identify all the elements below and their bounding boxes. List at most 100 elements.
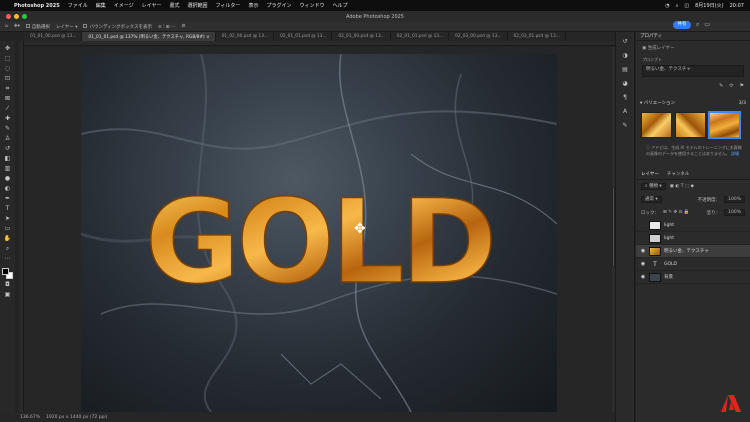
move-tool-preset-icon[interactable]: ✥▾ bbox=[14, 24, 20, 29]
menu-file[interactable]: ファイル bbox=[68, 2, 88, 9]
object-select-tool-icon[interactable]: ⊡ bbox=[3, 75, 12, 83]
frame-tool-icon[interactable]: ⊠ bbox=[3, 95, 12, 103]
variations-header[interactable]: ▾ バリエーション 3/3 bbox=[636, 99, 750, 108]
zoom-window-icon[interactable] bbox=[22, 14, 27, 19]
doc-tab[interactable]: 02_03_00.psd @ 13... bbox=[449, 32, 508, 41]
stamp-tool-icon[interactable]: ♙ bbox=[3, 135, 12, 143]
hand-tool-icon[interactable]: ✋ bbox=[3, 235, 12, 243]
variation-thumb-2[interactable] bbox=[675, 112, 706, 138]
layer-row[interactable]: ◉ T GOLD bbox=[636, 258, 750, 271]
properties-panel-title[interactable]: プロパティ bbox=[636, 32, 750, 41]
layer-row-selected[interactable]: ◉ 明るい金、テクスチャ bbox=[636, 245, 750, 258]
lock-icons[interactable]: ⊞ ✎ ✥ ⊡ 🔒 bbox=[663, 210, 689, 215]
tab-layers[interactable]: レイヤー bbox=[641, 170, 659, 179]
brush-panel-icon[interactable]: ✎ bbox=[622, 122, 627, 129]
document-canvas[interactable]: GOLD ✥ bbox=[81, 54, 557, 412]
brush-tool-icon[interactable]: ✎ bbox=[3, 125, 12, 133]
dodge-tool-icon[interactable]: ◐ bbox=[3, 185, 12, 193]
color-panel-icon[interactable]: ◕ bbox=[622, 80, 627, 87]
layer-filter-dropdown[interactable]: ⌕ 種類 ▾ bbox=[641, 183, 666, 190]
wifi-icon[interactable]: ◔ bbox=[665, 3, 669, 9]
share-button[interactable]: 共有 bbox=[673, 21, 691, 29]
home-icon[interactable]: ⌂ bbox=[5, 24, 8, 29]
libraries-panel-icon[interactable]: ▤ bbox=[622, 66, 628, 73]
filter-icons[interactable]: ▣ ◐ T ⬚ ◆ bbox=[670, 184, 694, 189]
show-bbox-checkbox[interactable]: バウンディングボックスを表示 bbox=[83, 24, 152, 30]
history-panel-icon[interactable]: ↺ bbox=[622, 38, 627, 45]
menu-help[interactable]: ヘルプ bbox=[332, 2, 347, 9]
pen-tool-icon[interactable]: ✒ bbox=[3, 195, 12, 203]
zoom-level[interactable]: 136.67% bbox=[20, 415, 40, 420]
move-tool-icon[interactable]: ✥ bbox=[3, 45, 12, 53]
adjustments-panel-icon[interactable]: ◑ bbox=[622, 52, 627, 59]
doc-tab[interactable]: 01_01_00.psd @ 13... bbox=[24, 32, 83, 41]
auto-select-checkbox[interactable]: 自動選択 bbox=[25, 24, 50, 30]
character-panel-icon[interactable]: A bbox=[623, 108, 627, 115]
edit-prompt-icon[interactable]: ✎ bbox=[719, 83, 723, 89]
menu-plugins[interactable]: プラグイン bbox=[266, 2, 291, 9]
layer-row[interactable]: light bbox=[636, 219, 750, 232]
variation-thumb-1[interactable] bbox=[641, 112, 672, 138]
fill-input[interactable]: 100% bbox=[724, 209, 745, 216]
settings-gear-icon[interactable]: ⚙ bbox=[182, 24, 186, 29]
doc-tab[interactable]: 02_03_01.psd @ 13... bbox=[508, 32, 566, 41]
visibility-eye-icon[interactable]: ◉ bbox=[640, 248, 646, 254]
eyedropper-tool-icon[interactable]: ⁄ bbox=[3, 105, 12, 113]
path-select-icon[interactable]: ➤ bbox=[3, 215, 12, 223]
menu-layer[interactable]: レイヤー bbox=[142, 2, 162, 9]
history-brush-icon[interactable]: ↺ bbox=[3, 145, 12, 153]
feedback-icon[interactable]: ⚑ bbox=[740, 83, 744, 89]
generate-icon[interactable]: ⟳ bbox=[729, 83, 733, 89]
visibility-eye-icon[interactable]: ◉ bbox=[640, 274, 646, 280]
tab-channels[interactable]: チャンネル bbox=[667, 170, 689, 179]
menu-view[interactable]: 表示 bbox=[248, 2, 258, 9]
marquee-tool-icon[interactable]: ⬚ bbox=[3, 55, 12, 63]
screen-mode-icon[interactable]: ▣ bbox=[3, 291, 12, 299]
workspace-icon[interactable]: ▭ bbox=[704, 21, 710, 29]
horizontal-ruler[interactable] bbox=[24, 41, 615, 46]
minimize-window-icon[interactable] bbox=[14, 14, 19, 19]
opacity-input[interactable]: 100% bbox=[724, 196, 745, 203]
menu-app-name[interactable]: Photoshop 2025 bbox=[14, 3, 60, 9]
menu-window[interactable]: ウィンドウ bbox=[299, 2, 324, 9]
control-center-icon[interactable]: ◫ bbox=[684, 3, 689, 9]
doc-tab[interactable]: 02_01_01.psd @ 13... bbox=[391, 32, 450, 41]
prompt-field[interactable]: 明るい金、テクスチャ bbox=[642, 65, 744, 77]
doc-tab[interactable]: 02_01_00.psd @ 13... bbox=[332, 32, 391, 41]
doc-tab[interactable]: 01_02_00.psd @ 13... bbox=[216, 32, 275, 41]
menu-image[interactable]: イメージ bbox=[114, 2, 134, 9]
document-info[interactable]: 1920 px x 1440 px (72 ppi) bbox=[46, 415, 107, 420]
quick-mask-icon[interactable]: ◘ bbox=[3, 281, 12, 289]
foreground-color-swatch[interactable] bbox=[2, 268, 9, 275]
paragraph-panel-icon[interactable]: ¶ bbox=[623, 94, 627, 101]
shape-tool-icon[interactable]: ▭ bbox=[3, 225, 12, 233]
variation-thumb-3-selected[interactable] bbox=[709, 112, 740, 138]
healing-brush-icon[interactable]: ✚ bbox=[3, 115, 12, 123]
menu-type[interactable]: 書式 bbox=[170, 2, 180, 9]
crop-tool-icon[interactable]: ⌗ bbox=[3, 85, 12, 93]
blur-tool-icon[interactable]: ● bbox=[3, 175, 12, 183]
blend-mode-dropdown[interactable]: 通常 ▾ bbox=[641, 196, 662, 203]
doc-tab-active[interactable]: 01_01_01.psd @ 137% (明るい金、テクスチャ, RGB/8#)… bbox=[82, 32, 216, 41]
search-icon[interactable]: ⌕ bbox=[696, 21, 699, 29]
menu-edit[interactable]: 編集 bbox=[96, 2, 106, 9]
auto-select-target-dropdown[interactable]: レイヤー ▾ bbox=[56, 24, 78, 30]
align-icons[interactable]: ≡ ⫶ ⊞ ⋯ bbox=[158, 24, 175, 30]
type-tool-icon[interactable]: T bbox=[3, 205, 12, 213]
menu-select[interactable]: 選択範囲 bbox=[188, 2, 208, 9]
layer-row[interactable]: ◉ 背景 bbox=[636, 271, 750, 284]
search-icon[interactable]: ⌕ bbox=[676, 3, 679, 9]
color-swatches[interactable] bbox=[2, 268, 13, 279]
more-tools-icon[interactable]: ⋯ bbox=[3, 255, 12, 263]
doc-tab[interactable]: 02_01_01.psd @ 13... bbox=[274, 32, 333, 41]
learn-more-link[interactable]: 詳細 bbox=[731, 151, 739, 156]
gradient-tool-icon[interactable]: ▥ bbox=[3, 165, 12, 173]
eraser-tool-icon[interactable]: ◧ bbox=[3, 155, 12, 163]
canvas-workspace[interactable]: GOLD ✥ bbox=[24, 47, 615, 412]
menu-filter[interactable]: フィルター bbox=[216, 2, 241, 9]
layer-row[interactable]: light bbox=[636, 232, 750, 245]
visibility-eye-icon[interactable]: ◉ bbox=[640, 261, 646, 267]
close-window-icon[interactable] bbox=[6, 14, 11, 19]
zoom-tool-icon[interactable]: ⌕ bbox=[3, 245, 12, 253]
lasso-tool-icon[interactable]: ◌ bbox=[3, 65, 12, 73]
